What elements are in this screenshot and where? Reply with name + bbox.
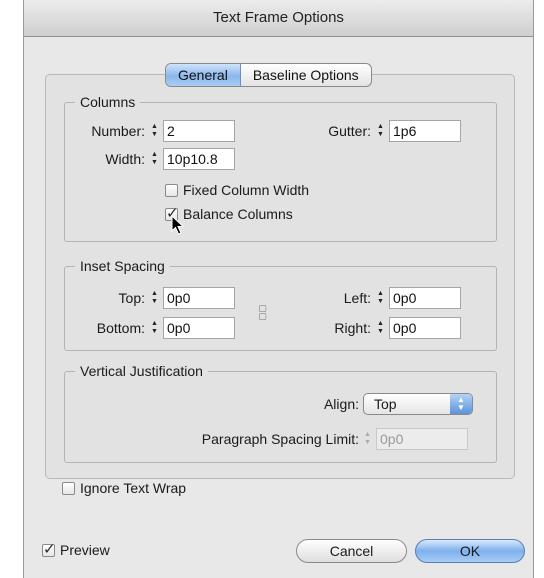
inset-spacing-legend: Inset Spacing (75, 257, 170, 275)
gutter-input[interactable]: 1p6 (389, 120, 461, 142)
number-label: Number: (91, 123, 145, 139)
down-arrow-icon: ▼ (377, 298, 384, 305)
up-arrow-icon: ▲ (377, 320, 384, 327)
right-field: ▲ ▼ 0p0 (374, 317, 461, 339)
balance-columns-label: Balance Columns (183, 206, 293, 222)
down-arrow-icon: ▼ (377, 131, 384, 138)
left-label: Left: (343, 290, 371, 306)
columns-legend: Columns (75, 93, 141, 111)
down-arrow-icon: ▼ (151, 159, 158, 166)
fixed-column-width-label: Fixed Column Width (183, 182, 310, 198)
vertical-justification-group: Vertical Justification Align: Top ▲ ▼ Par… (64, 362, 497, 463)
ignore-text-wrap-option[interactable]: Ignore Text Wrap (62, 480, 186, 496)
up-arrow-icon: ▲ (377, 123, 384, 130)
general-panel: Columns Number: ▲ ▼ 2 Gutter: ▲ ▼ 1p6 Widt… (45, 74, 515, 496)
right-input[interactable]: 0p0 (389, 317, 461, 339)
mouse-pointer-icon (171, 215, 185, 235)
top-stepper[interactable]: ▲ ▼ (148, 288, 161, 308)
fixed-column-width-option[interactable]: Fixed Column Width (165, 182, 309, 198)
preview-label: Preview (60, 542, 110, 558)
gutter-label: Gutter: (328, 123, 371, 139)
tab-bar: General Baseline Options (165, 63, 372, 87)
text-frame-options-dialog: Text Frame Options General Baseline Opti… (23, 0, 534, 578)
up-arrow-icon: ▲ (364, 431, 371, 438)
columns-group: Columns Number: ▲ ▼ 2 Gutter: ▲ ▼ 1p6 Widt… (64, 93, 497, 242)
vertical-justification-legend: Vertical Justification (75, 362, 208, 380)
bottom-input[interactable]: 0p0 (163, 317, 235, 339)
bottom-field: ▲ ▼ 0p0 (148, 317, 235, 339)
up-arrow-icon: ▲ (151, 290, 158, 297)
up-arrow-icon: ▲ (151, 123, 158, 130)
align-select[interactable]: Top ▲ ▼ (363, 393, 473, 415)
tab-general[interactable]: General (166, 64, 241, 86)
dialog-title: Text Frame Options (24, 0, 533, 37)
paragraph-spacing-limit-input: 0p0 (376, 428, 468, 450)
up-arrow-icon: ▲ (377, 290, 384, 297)
bottom-stepper[interactable]: ▲ ▼ (148, 318, 161, 338)
preview-option[interactable]: Preview (42, 540, 110, 558)
width-stepper[interactable]: ▲ ▼ (148, 149, 161, 169)
select-arrows-icon: ▲ ▼ (450, 394, 472, 414)
width-field: ▲ ▼ 10p10.8 (148, 148, 235, 170)
top-label: Top: (118, 290, 145, 306)
down-arrow-icon: ▼ (364, 439, 371, 446)
down-arrow-icon: ▼ (151, 131, 158, 138)
gutter-field: ▲ ▼ 1p6 (374, 120, 461, 142)
width-label: Width: (105, 151, 145, 167)
right-label: Right: (334, 320, 371, 336)
right-stepper[interactable]: ▲ ▼ (374, 318, 387, 338)
left-field: ▲ ▼ 0p0 (374, 287, 461, 309)
paragraph-spacing-limit-stepper: ▲ ▼ (361, 429, 374, 449)
ignore-text-wrap-checkbox[interactable] (62, 481, 75, 495)
top-field: ▲ ▼ 0p0 (148, 287, 235, 309)
ok-button[interactable]: OK (415, 539, 525, 563)
bottom-label: Bottom: (96, 320, 145, 336)
number-stepper[interactable]: ▲ ▼ (148, 121, 161, 141)
left-stepper[interactable]: ▲ ▼ (374, 288, 387, 308)
cancel-button[interactable]: Cancel (296, 539, 407, 563)
down-arrow-icon: ▼ (151, 328, 158, 335)
down-arrow-icon: ▼ (377, 328, 384, 335)
width-input[interactable]: 10p10.8 (163, 148, 235, 170)
paragraph-spacing-limit-field: ▲ ▼ 0p0 (361, 428, 468, 450)
fixed-column-width-checkbox[interactable] (165, 183, 178, 197)
gutter-stepper[interactable]: ▲ ▼ (374, 121, 387, 141)
number-field: ▲ ▼ 2 (148, 120, 235, 142)
paragraph-spacing-limit-label: Paragraph Spacing Limit: (201, 431, 359, 447)
left-input[interactable]: 0p0 (389, 287, 461, 309)
tab-baseline-options[interactable]: Baseline Options (241, 64, 371, 86)
align-select-value: Top (374, 396, 397, 412)
ignore-text-wrap-label: Ignore Text Wrap (80, 480, 187, 496)
preview-checkbox[interactable] (42, 540, 56, 558)
number-input[interactable]: 2 (163, 120, 235, 142)
up-arrow-icon: ▲ (151, 320, 158, 327)
inset-spacing-group: Inset Spacing Top: ▲ ▼ 0p0 Bottom: ▲ ▼ 0p0… (64, 257, 497, 351)
up-arrow-icon: ▲ (151, 151, 158, 158)
align-label: Align: (323, 396, 359, 412)
down-arrow-icon: ▼ (151, 298, 158, 305)
top-input[interactable]: 0p0 (163, 287, 235, 309)
